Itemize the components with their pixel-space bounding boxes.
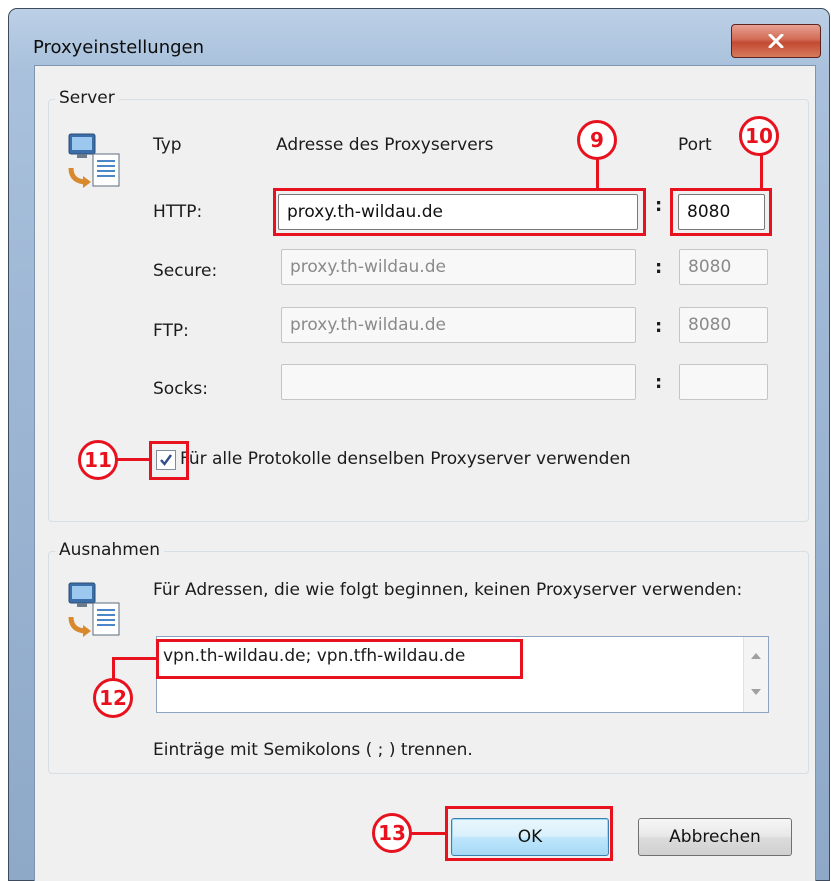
annotation-line-ok [410, 832, 447, 835]
annotation-line-port [760, 154, 763, 190]
annotation-line-address [596, 158, 599, 190]
exceptions-icon [68, 582, 120, 637]
exceptions-scrollbar[interactable] [743, 637, 768, 712]
annotation-marker-12: 12 [93, 678, 133, 718]
ftp-address-field[interactable]: proxy.th-wildau.de [281, 307, 636, 343]
secure-label: Secure: [153, 261, 218, 281]
annotation-box-port [670, 188, 772, 236]
socks-port-field[interactable] [679, 364, 768, 400]
annotation-marker-13: 13 [372, 813, 412, 853]
same-proxy-label[interactable]: Für alle Protokolle denselben Proxyserve… [180, 449, 631, 469]
secure-separator: : [655, 257, 663, 278]
close-button[interactable] [731, 24, 821, 58]
annotation-line-exceptions-h [112, 657, 158, 660]
exceptions-description: Für Adressen, die wie folgt beginnen, ke… [153, 580, 743, 600]
socks-label: Socks: [153, 379, 208, 399]
socks-address-field[interactable] [281, 364, 636, 400]
annotation-box-checkbox [149, 441, 189, 480]
exceptions-hint: Einträge mit Semikolons ( ; ) trennen. [153, 740, 473, 760]
secure-address-field[interactable]: proxy.th-wildau.de [281, 249, 636, 285]
close-icon [768, 34, 784, 48]
annotation-box-ok [445, 806, 613, 861]
annotation-marker-11: 11 [78, 440, 118, 480]
annotation-box-address [273, 188, 646, 236]
exceptions-legend: Ausnahmen [55, 540, 165, 560]
ftp-label: FTP: [153, 321, 189, 341]
http-label: HTTP: [153, 202, 203, 222]
socks-separator: : [655, 372, 663, 393]
ftp-port-field[interactable]: 8080 [679, 307, 768, 343]
http-separator: : [655, 195, 663, 216]
annotation-box-exceptions [156, 639, 523, 679]
server-legend: Server [55, 88, 119, 108]
ftp-separator: : [655, 316, 663, 337]
column-port-header: Port [678, 135, 712, 155]
annotation-marker-10: 10 [739, 116, 779, 156]
cancel-button[interactable]: Abbrechen [638, 818, 792, 856]
secure-port-field[interactable]: 8080 [679, 249, 768, 285]
scroll-up-icon[interactable] [751, 653, 761, 659]
server-icon [68, 133, 120, 188]
annotation-marker-9: 9 [577, 120, 617, 160]
window-title: Proxyeinstellungen [33, 37, 205, 58]
column-address-header: Adresse des Proxyservers [276, 135, 494, 155]
column-type-header: Typ [153, 135, 182, 155]
scroll-down-icon[interactable] [751, 689, 761, 695]
annotation-line-checkbox [117, 458, 151, 461]
